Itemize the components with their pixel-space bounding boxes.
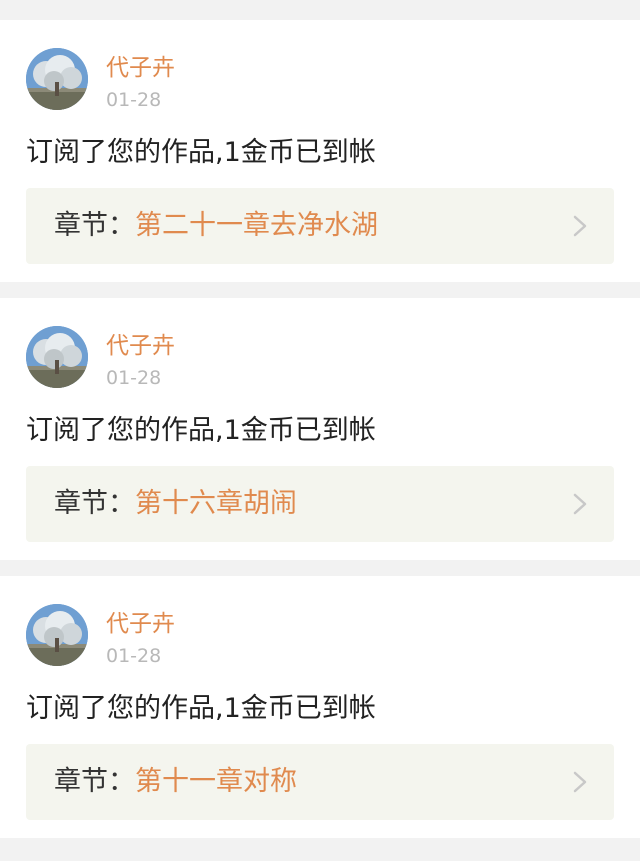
chapter-prefix: 章节： <box>54 766 135 797</box>
notification-message: 订阅了您的作品,1金币已到帐 <box>26 137 376 168</box>
username[interactable]: 代子卉 <box>106 610 175 638</box>
chapter-title: 第二十一章去净水湖 <box>135 210 378 241</box>
chapter-link[interactable]: 章节：第二十一章去净水湖 <box>26 188 614 264</box>
tree-photo-avatar <box>26 48 88 110</box>
username[interactable]: 代子卉 <box>106 332 175 360</box>
user-avatar[interactable] <box>26 48 88 110</box>
notification-date: 01-28 <box>106 89 162 111</box>
chapter-link[interactable]: 章节：第十六章胡闹 <box>26 466 614 542</box>
chapter-prefix: 章节： <box>54 488 135 519</box>
chapter-link[interactable]: 章节：第十一章对称 <box>26 744 614 820</box>
notification-date: 01-28 <box>106 367 162 389</box>
notification-feed: 代子卉 01-28 订阅了您的作品,1金币已到帐 章节：第二十一章去净水湖 代子… <box>0 0 640 861</box>
user-avatar[interactable] <box>26 604 88 666</box>
chapter-title: 第十六章胡闹 <box>135 488 297 519</box>
chevron-right-icon <box>572 492 588 516</box>
notification-message: 订阅了您的作品,1金币已到帐 <box>26 415 376 446</box>
chevron-right-icon <box>572 214 588 238</box>
notification-message: 订阅了您的作品,1金币已到帐 <box>26 693 376 724</box>
user-avatar[interactable] <box>26 326 88 388</box>
chapter-title: 第十一章对称 <box>135 766 297 797</box>
tree-photo-avatar <box>26 326 88 388</box>
username[interactable]: 代子卉 <box>106 54 175 82</box>
chapter-text: 章节：第二十一章去净水湖 <box>54 209 378 243</box>
chapter-text: 章节：第十一章对称 <box>54 765 297 799</box>
chevron-right-icon <box>572 770 588 794</box>
notification-date: 01-28 <box>106 645 162 667</box>
notification-card: 代子卉 01-28 订阅了您的作品,1金币已到帐 章节：第十一章对称 <box>0 576 640 838</box>
chapter-prefix: 章节： <box>54 210 135 241</box>
tree-photo-avatar <box>26 604 88 666</box>
notification-card: 代子卉 01-28 订阅了您的作品,1金币已到帐 章节：第十六章胡闹 <box>0 298 640 560</box>
notification-card: 代子卉 01-28 订阅了您的作品,1金币已到帐 章节：第二十一章去净水湖 <box>0 20 640 282</box>
chapter-text: 章节：第十六章胡闹 <box>54 487 297 521</box>
